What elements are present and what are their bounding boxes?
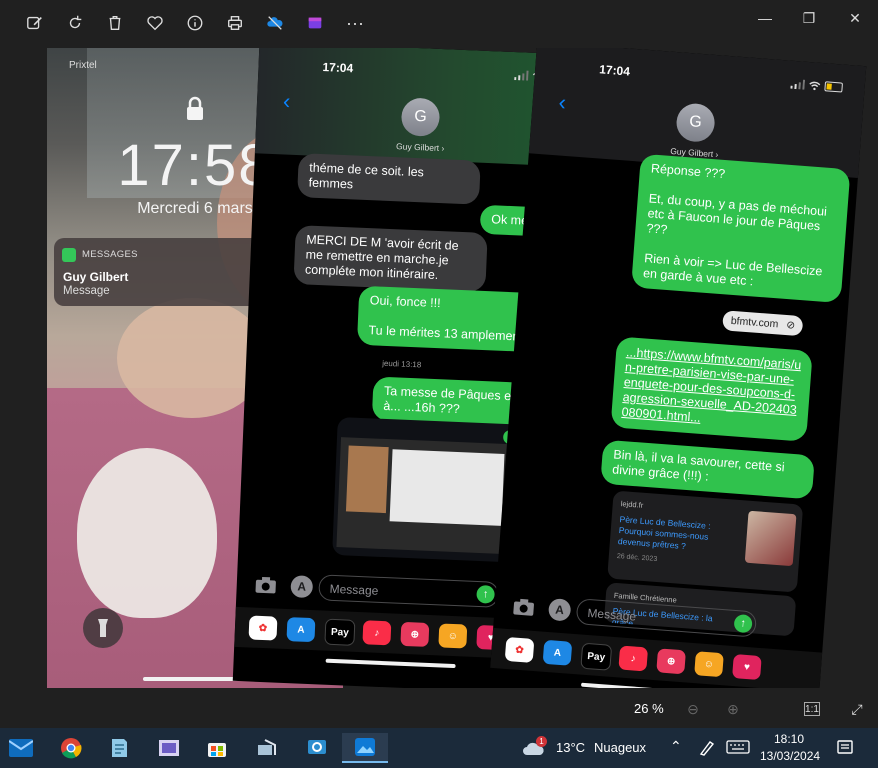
weather-widget[interactable]: 1 13°C Nuageux bbox=[522, 734, 654, 762]
message-bubble: théme de ce soit. les femmes bbox=[297, 153, 481, 205]
message-bubble: Bin là, il va la savourer, cette si divi… bbox=[600, 439, 815, 500]
memoji-app-icon: ☺ bbox=[694, 651, 724, 678]
photo-thumbnail bbox=[345, 445, 389, 514]
remote-app-icon[interactable] bbox=[300, 733, 334, 763]
bunny-motif bbox=[77, 448, 217, 618]
rotate-icon[interactable] bbox=[62, 10, 88, 36]
status-time: 17:04 bbox=[598, 62, 631, 79]
image-canvas[interactable]: Prixtel 17:58 Mercredi 6 mars MESSAGES G… bbox=[0, 48, 878, 688]
applepay-app-icon: Pay bbox=[324, 618, 356, 646]
fullscreen-icon[interactable]: ⤢ bbox=[848, 700, 866, 718]
chevron-up-icon[interactable]: ⌃ bbox=[670, 738, 682, 755]
photos-icon[interactable] bbox=[342, 733, 388, 763]
dialog-window bbox=[389, 449, 505, 526]
camera-icon bbox=[255, 576, 276, 594]
carrier-label: Prixtel bbox=[69, 60, 97, 71]
notification-text: Message bbox=[63, 285, 110, 297]
notification-center-icon[interactable] bbox=[836, 739, 854, 757]
memoji-app-icon: ☺ bbox=[438, 623, 468, 649]
clock-time[interactable]: 18:10 bbox=[774, 732, 804, 746]
applepay-app-icon: Pay bbox=[580, 642, 613, 671]
keyboard-icon[interactable] bbox=[726, 740, 750, 756]
music-app-icon: ♪ bbox=[618, 645, 649, 672]
padlock-icon bbox=[187, 96, 203, 120]
wifi-icon bbox=[809, 81, 821, 91]
signal-icon bbox=[514, 70, 529, 81]
app-store-icon: A bbox=[547, 598, 572, 622]
chrome-icon[interactable] bbox=[54, 733, 88, 763]
compass-icon: ⊘ bbox=[785, 319, 796, 332]
signal-icon bbox=[790, 79, 806, 90]
close-button[interactable]: ✕ bbox=[840, 6, 870, 30]
search-app-icon: ⊕ bbox=[656, 648, 686, 675]
status-time: 17:04 bbox=[322, 60, 354, 76]
zoom-in-icon[interactable]: ⊕ bbox=[724, 700, 742, 718]
search-app-icon: ⊕ bbox=[400, 621, 430, 647]
more-icon[interactable]: ··· bbox=[342, 10, 368, 36]
link-domain-chip: bfmtv.com ⊘ bbox=[722, 310, 804, 337]
appstore-app-icon: A bbox=[286, 617, 316, 643]
notepad-icon[interactable] bbox=[102, 733, 136, 763]
onedrive-icon[interactable] bbox=[262, 10, 288, 36]
link-domain: bfmtv.com bbox=[730, 314, 779, 331]
link-preview-card: lejdd.fr Père Luc de Bellescize : Pourqu… bbox=[607, 490, 804, 593]
hearts-app-icon: ♥ bbox=[732, 654, 762, 681]
maximize-button[interactable]: ❐ bbox=[794, 6, 824, 30]
pen-icon[interactable] bbox=[698, 739, 716, 757]
zoom-out-icon[interactable]: ⊖ bbox=[684, 700, 702, 718]
home-indicator bbox=[325, 658, 456, 669]
weather-alert-badge: 1 bbox=[536, 736, 547, 747]
weather-temp: 13°C bbox=[556, 740, 586, 755]
card-title: Père Luc de Bellescize : Pourquoi sommes… bbox=[617, 514, 711, 552]
zoom-level: 26 % bbox=[634, 701, 664, 716]
battery-icon bbox=[824, 81, 843, 93]
photos-app-icon: ✿ bbox=[248, 615, 278, 641]
clipchamp-icon[interactable] bbox=[302, 10, 328, 36]
store-icon[interactable] bbox=[200, 733, 234, 763]
messages-app-icon bbox=[62, 248, 76, 262]
music-app-icon: ♪ bbox=[362, 620, 392, 646]
camera-icon bbox=[513, 598, 534, 616]
windows-taskbar: 1 13°C Nuageux ⌃ 18:10 13/03/2024 bbox=[0, 728, 878, 768]
delete-icon[interactable] bbox=[102, 10, 128, 36]
print-icon[interactable] bbox=[222, 10, 248, 36]
app-store-icon: A bbox=[290, 575, 314, 599]
photo-viewer-icon[interactable] bbox=[152, 733, 186, 763]
article-link: ...https://www.bfmtv.com/paris/un-pretre… bbox=[610, 336, 813, 442]
info-icon[interactable] bbox=[182, 10, 208, 36]
message-input: Message bbox=[318, 574, 500, 608]
message-bubble: MERCI DE M 'avoir écrit de me remettre e… bbox=[293, 225, 488, 293]
conversation-screenshot-2: 17:04 ‹ G Guy Gilbert › Réponse ??? Et, … bbox=[487, 48, 867, 688]
screenshot-attachment: ↑ bbox=[332, 416, 524, 563]
favorite-icon[interactable] bbox=[142, 10, 168, 36]
clock-date[interactable]: 13/03/2024 bbox=[760, 749, 820, 763]
edit-image-icon[interactable] bbox=[22, 10, 48, 36]
photos-app-icon: ✿ bbox=[504, 636, 535, 663]
network-app-icon[interactable] bbox=[250, 733, 284, 763]
notification-app-name: MESSAGES bbox=[82, 249, 138, 260]
back-chevron-icon: ‹ bbox=[282, 88, 291, 114]
timestamp: jeudi 13:18 bbox=[381, 358, 422, 370]
appstore-app-icon: A bbox=[542, 639, 573, 666]
flashlight-icon bbox=[83, 608, 123, 648]
viewer-status-bar: 26 % ⊖ ⊕ 1:1 ⤢ bbox=[0, 688, 878, 728]
message-bubble: Réponse ??? Et, du coup, y a pas de méch… bbox=[631, 153, 851, 304]
home-indicator bbox=[143, 677, 247, 681]
minimize-button[interactable]: — bbox=[750, 6, 780, 30]
actual-size-icon[interactable]: 1:1 bbox=[804, 702, 820, 716]
weather-condition: Nuageux bbox=[594, 740, 647, 755]
photos-toolbar: ··· — ❐ ✕ bbox=[0, 0, 878, 48]
notification-sender: Guy Gilbert bbox=[63, 270, 129, 284]
mail-icon[interactable] bbox=[4, 733, 38, 763]
card-thumbnail bbox=[744, 510, 797, 567]
